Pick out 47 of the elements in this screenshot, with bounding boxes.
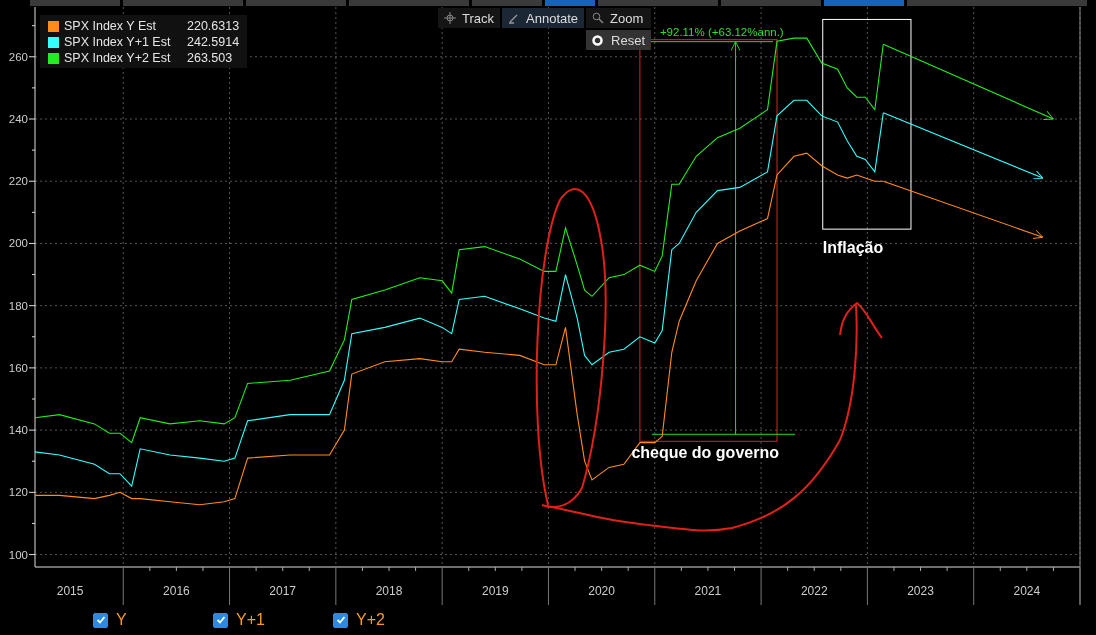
y-axis-label: 240 (8, 113, 28, 125)
checkbox[interactable] (213, 612, 228, 628)
legend-value: 263.503 (187, 51, 233, 66)
legend-value: 242.5914 (187, 35, 240, 50)
annotation-text: Inflação (822, 238, 884, 256)
x-axis-label: 2015 (56, 584, 84, 598)
y-axis-label: 160 (8, 361, 28, 374)
y-axis-label: 120 (8, 486, 28, 499)
series-checkbox[interactable]: Y+1 (213, 611, 333, 629)
reset-button[interactable]: Reset (586, 30, 652, 50)
checkbox-label: Y+2 (356, 611, 385, 629)
x-axis-label: 2017 (269, 584, 297, 598)
x-axis-label: 2020 (588, 584, 615, 598)
y-axis-label: 220 (8, 175, 28, 188)
check-icon (215, 615, 226, 625)
check-icon (335, 615, 346, 625)
y-axis-label: 100 (8, 548, 28, 561)
legend-label: SPX Index Y+1 Est (64, 35, 172, 50)
search-icon (592, 12, 605, 24)
checkbox-label: Y+1 (236, 611, 265, 629)
toolbar-button[interactable]: Annotate (502, 8, 585, 28)
checkbox-label: Y (116, 611, 127, 629)
y-axis-label: 260 (8, 50, 28, 63)
series-checkbox[interactable]: Y+2 (333, 611, 453, 629)
x-axis-label: 2023 (907, 584, 934, 598)
x-axis-label: 2022 (800, 584, 828, 598)
checkbox[interactable] (93, 612, 108, 628)
change-label: +92.11% (+63.12%ann.) (659, 25, 784, 38)
check-icon (95, 615, 106, 625)
x-axis-label: 2018 (375, 584, 403, 598)
x-axis-label: 2021 (694, 584, 722, 598)
legend-label: SPX Index Y Est (64, 19, 157, 34)
x-axis-label: 2019 (481, 584, 509, 598)
x-axis-label: 2016 (163, 584, 190, 598)
toolbar-button[interactable]: Zoom (586, 8, 652, 28)
toolbar-button[interactable]: Track (438, 8, 501, 28)
crosshair-icon (444, 12, 456, 24)
radio-icon (592, 34, 604, 46)
y-axis-label: 140 (8, 424, 28, 437)
legend-value: 220.6313 (187, 19, 240, 34)
annotation-text: cheque do governo (631, 444, 779, 462)
y-axis-label: 200 (8, 237, 28, 250)
legend-label: SPX Index Y+2 Est (64, 51, 172, 66)
x-axis-label: 2024 (1013, 584, 1041, 598)
y-axis-label: 180 (8, 299, 28, 312)
checkbox[interactable] (333, 612, 348, 628)
series-checkbox[interactable]: Y (93, 611, 213, 629)
